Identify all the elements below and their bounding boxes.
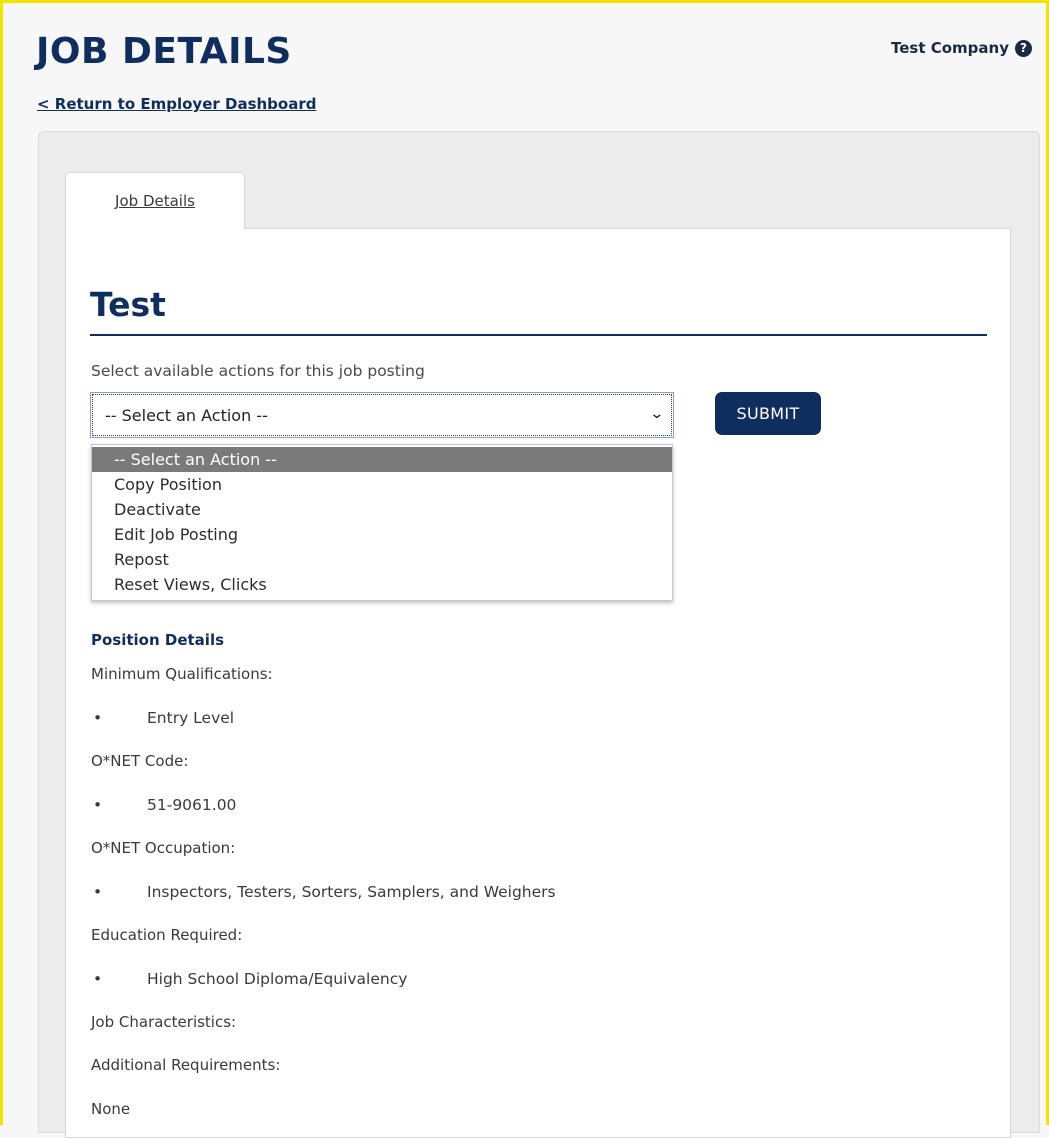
company-name-label: Test Company — [891, 39, 1009, 57]
dropdown-option-deactivate[interactable]: Deactivate — [92, 497, 672, 522]
bullet-icon: • — [93, 970, 103, 988]
action-dropdown-list: -- Select an Action -- Copy Position Dea… — [91, 444, 673, 601]
min-qualifications-label: Minimum Qualifications: — [91, 665, 273, 683]
list-item: • Entry Level — [91, 696, 971, 740]
onet-occupation-value: Inspectors, Testers, Sorters, Samplers, … — [147, 883, 556, 901]
action-select[interactable]: -- Select an Action -- ⌄ — [90, 392, 674, 438]
onet-code-label: O*NET Code: — [91, 752, 189, 770]
list-item: • 51-9061.00 — [91, 783, 971, 827]
additional-requirements-value: None — [91, 1100, 131, 1118]
min-qualifications-value: Entry Level — [147, 709, 235, 727]
dropdown-option-repost[interactable]: Repost — [92, 547, 672, 572]
return-to-dashboard-link[interactable]: < Return to Employer Dashboard — [37, 95, 316, 113]
chevron-down-icon: ⌄ — [649, 406, 665, 422]
bullet-icon: • — [93, 709, 103, 727]
onet-occupation-label: O*NET Occupation: — [91, 839, 236, 857]
additional-requirements-label: Additional Requirements: — [91, 1056, 281, 1074]
submit-button[interactable]: SUBMIT — [715, 392, 821, 435]
tab-job-details[interactable]: Job Details — [65, 172, 245, 229]
dropdown-option-copy-position[interactable]: Copy Position — [92, 472, 672, 497]
page-title: JOB DETAILS — [36, 31, 292, 72]
company-name: Test Company ? — [891, 39, 1032, 57]
position-details-heading: Position Details — [91, 631, 225, 649]
title-divider — [90, 334, 987, 336]
dropdown-option-reset-views-clicks[interactable]: Reset Views, Clicks — [92, 572, 672, 597]
action-select-label: Select available actions for this job po… — [91, 362, 425, 380]
bullet-icon: • — [93, 796, 103, 814]
list-item: • High School Diploma/Equivalency — [91, 957, 971, 1001]
dropdown-option-edit-job-posting[interactable]: Edit Job Posting — [92, 522, 672, 547]
education-required-label: Education Required: — [91, 926, 243, 944]
position-details: Position Details Minimum Qualifications:… — [91, 627, 971, 1131]
education-required-value: High School Diploma/Equivalency — [147, 970, 408, 988]
job-characteristics-label: Job Characteristics: — [91, 1013, 237, 1031]
question-circle-icon[interactable]: ? — [1015, 39, 1032, 57]
bullet-icon: • — [93, 883, 103, 901]
dropdown-option-select-action[interactable]: -- Select an Action -- — [92, 447, 672, 472]
job-title: Test — [90, 285, 166, 324]
list-item: • Inspectors, Testers, Sorters, Samplers… — [91, 870, 971, 914]
onet-code-value: 51-9061.00 — [147, 796, 237, 814]
action-select-value: -- Select an Action -- — [105, 405, 268, 425]
